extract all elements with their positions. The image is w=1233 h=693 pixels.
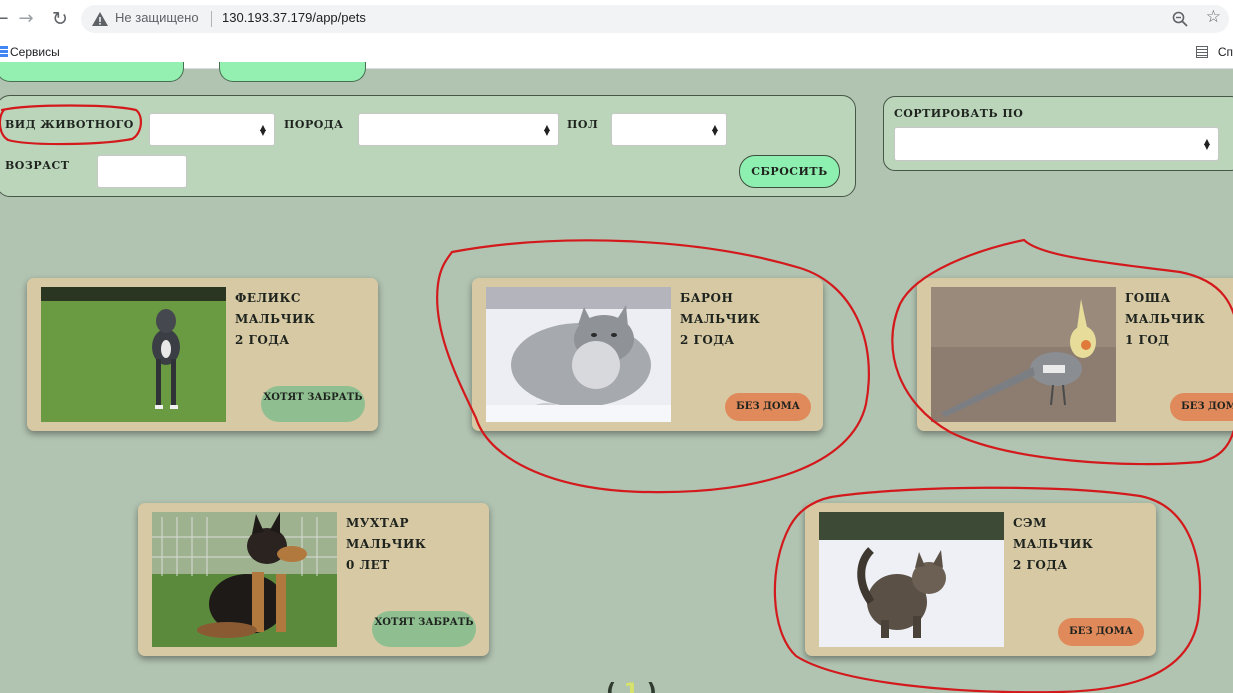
pet-name: Гоша	[1125, 291, 1171, 305]
pet-name: Сэм	[1013, 516, 1047, 530]
address-bar[interactable]: Не защищено 130.193.37.179/app/pets ☆	[81, 5, 1229, 33]
status-badge: без дома	[1058, 618, 1144, 646]
pet-sex: мальчик	[680, 312, 761, 326]
species-label: Вид животного	[5, 118, 134, 131]
url-text[interactable]: 130.193.37.179/app/pets	[222, 10, 366, 25]
status-badge: хотят забрать	[372, 611, 476, 647]
pagination-next[interactable]: )	[647, 680, 657, 693]
status-badge: без дома	[1170, 393, 1233, 421]
pet-age: 1 год	[1125, 333, 1170, 347]
back-icon[interactable]: ←	[0, 8, 12, 30]
browser-toolbar: ← → ↻ Не защищено 130.193.37.179/app/pet…	[0, 0, 1233, 38]
pet-card[interactable]: Мухтар мальчик 0 лет хотят забрать	[138, 503, 489, 656]
pet-name: Феликс	[235, 291, 301, 305]
status-badge: хотят забрать	[261, 386, 365, 422]
pet-card[interactable]: Гоша мальчик 1 год без дома	[917, 278, 1233, 431]
bookmarks-bar: Сервисы Сп	[0, 38, 1233, 69]
sex-select[interactable]: ▲ ▼	[611, 113, 727, 146]
pet-age: 2 года	[1013, 558, 1068, 572]
pet-age: 0 лет	[346, 558, 390, 572]
security-status: Не защищено	[115, 10, 199, 25]
pagination-prev[interactable]: (	[606, 680, 616, 693]
select-arrows-icon: ▲ ▼	[543, 122, 550, 137]
species-select[interactable]: ▲ ▼	[149, 113, 275, 146]
pagination: ( 1 )	[606, 680, 657, 693]
pet-info: Сэм мальчик 2 года	[1013, 513, 1093, 576]
pet-info: Барон мальчик 2 года	[680, 288, 760, 351]
pagination-current[interactable]: 1	[624, 680, 639, 693]
warning-icon[interactable]	[91, 10, 109, 28]
apps-grid-icon	[0, 46, 8, 58]
bookmark-services[interactable]: Сервисы	[0, 45, 60, 59]
pet-sex: мальчик	[235, 312, 316, 326]
pet-name: Барон	[680, 291, 734, 305]
bookmark-services-label: Сервисы	[10, 45, 60, 59]
pet-age: 2 года	[680, 333, 735, 347]
forward-icon[interactable]: →	[15, 8, 37, 30]
pet-sex: мальчик	[1013, 537, 1094, 551]
reset-button[interactable]: Сбросить	[739, 155, 840, 188]
zoom-icon[interactable]	[1171, 10, 1189, 28]
pet-card[interactable]: Сэм мальчик 2 года без дома	[805, 503, 1156, 656]
sort-select[interactable]: ▲ ▼	[894, 127, 1219, 161]
top-nav-button-1[interactable]	[0, 62, 184, 82]
pet-info: Гоша мальчик 1 год	[1125, 288, 1205, 351]
select-arrows-icon: ▲ ▼	[259, 122, 266, 137]
pet-sex: мальчик	[346, 537, 427, 551]
reading-list[interactable]: Сп	[1195, 45, 1233, 59]
breed-select[interactable]: ▲ ▼	[358, 113, 559, 146]
age-input[interactable]	[97, 155, 187, 188]
reading-list-icon	[1195, 46, 1208, 58]
filter-panel: Вид животного ▲ ▼ порода ▲ ▼ пол ▲ ▼ возрас…	[0, 95, 856, 197]
pet-age: 2 года	[235, 333, 290, 347]
sort-label: Сортировать по	[894, 107, 1024, 120]
pet-info: Мухтар мальчик 0 лет	[346, 513, 426, 576]
reload-icon[interactable]: ↻	[49, 8, 71, 30]
select-arrows-icon: ▲ ▼	[1203, 137, 1210, 151]
pet-card[interactable]: Барон мальчик 2 года без дома	[472, 278, 823, 431]
pet-photo	[152, 512, 337, 647]
pet-photo	[931, 287, 1116, 422]
pet-card[interactable]: Феликс мальчик 2 года хотят забрать	[27, 278, 378, 431]
pet-info: Феликс мальчик 2 года	[235, 288, 315, 351]
pet-photo	[41, 287, 226, 422]
sort-panel: Сортировать по ▲ ▼	[883, 96, 1233, 171]
status-badge: без дома	[725, 393, 811, 421]
age-label: возраст	[5, 159, 70, 172]
pet-photo	[486, 287, 671, 422]
select-arrows-icon: ▲ ▼	[711, 122, 718, 137]
pet-photo	[819, 512, 1004, 647]
reading-list-label: Сп	[1217, 45, 1233, 59]
bookmark-star-icon[interactable]: ☆	[1206, 7, 1221, 27]
breed-label: порода	[284, 118, 344, 131]
sex-label: пол	[567, 118, 599, 131]
omnibox-divider	[211, 11, 212, 27]
pet-sex: мальчик	[1125, 312, 1206, 326]
pet-name: Мухтар	[346, 516, 410, 530]
top-nav-button-2[interactable]	[219, 62, 366, 82]
